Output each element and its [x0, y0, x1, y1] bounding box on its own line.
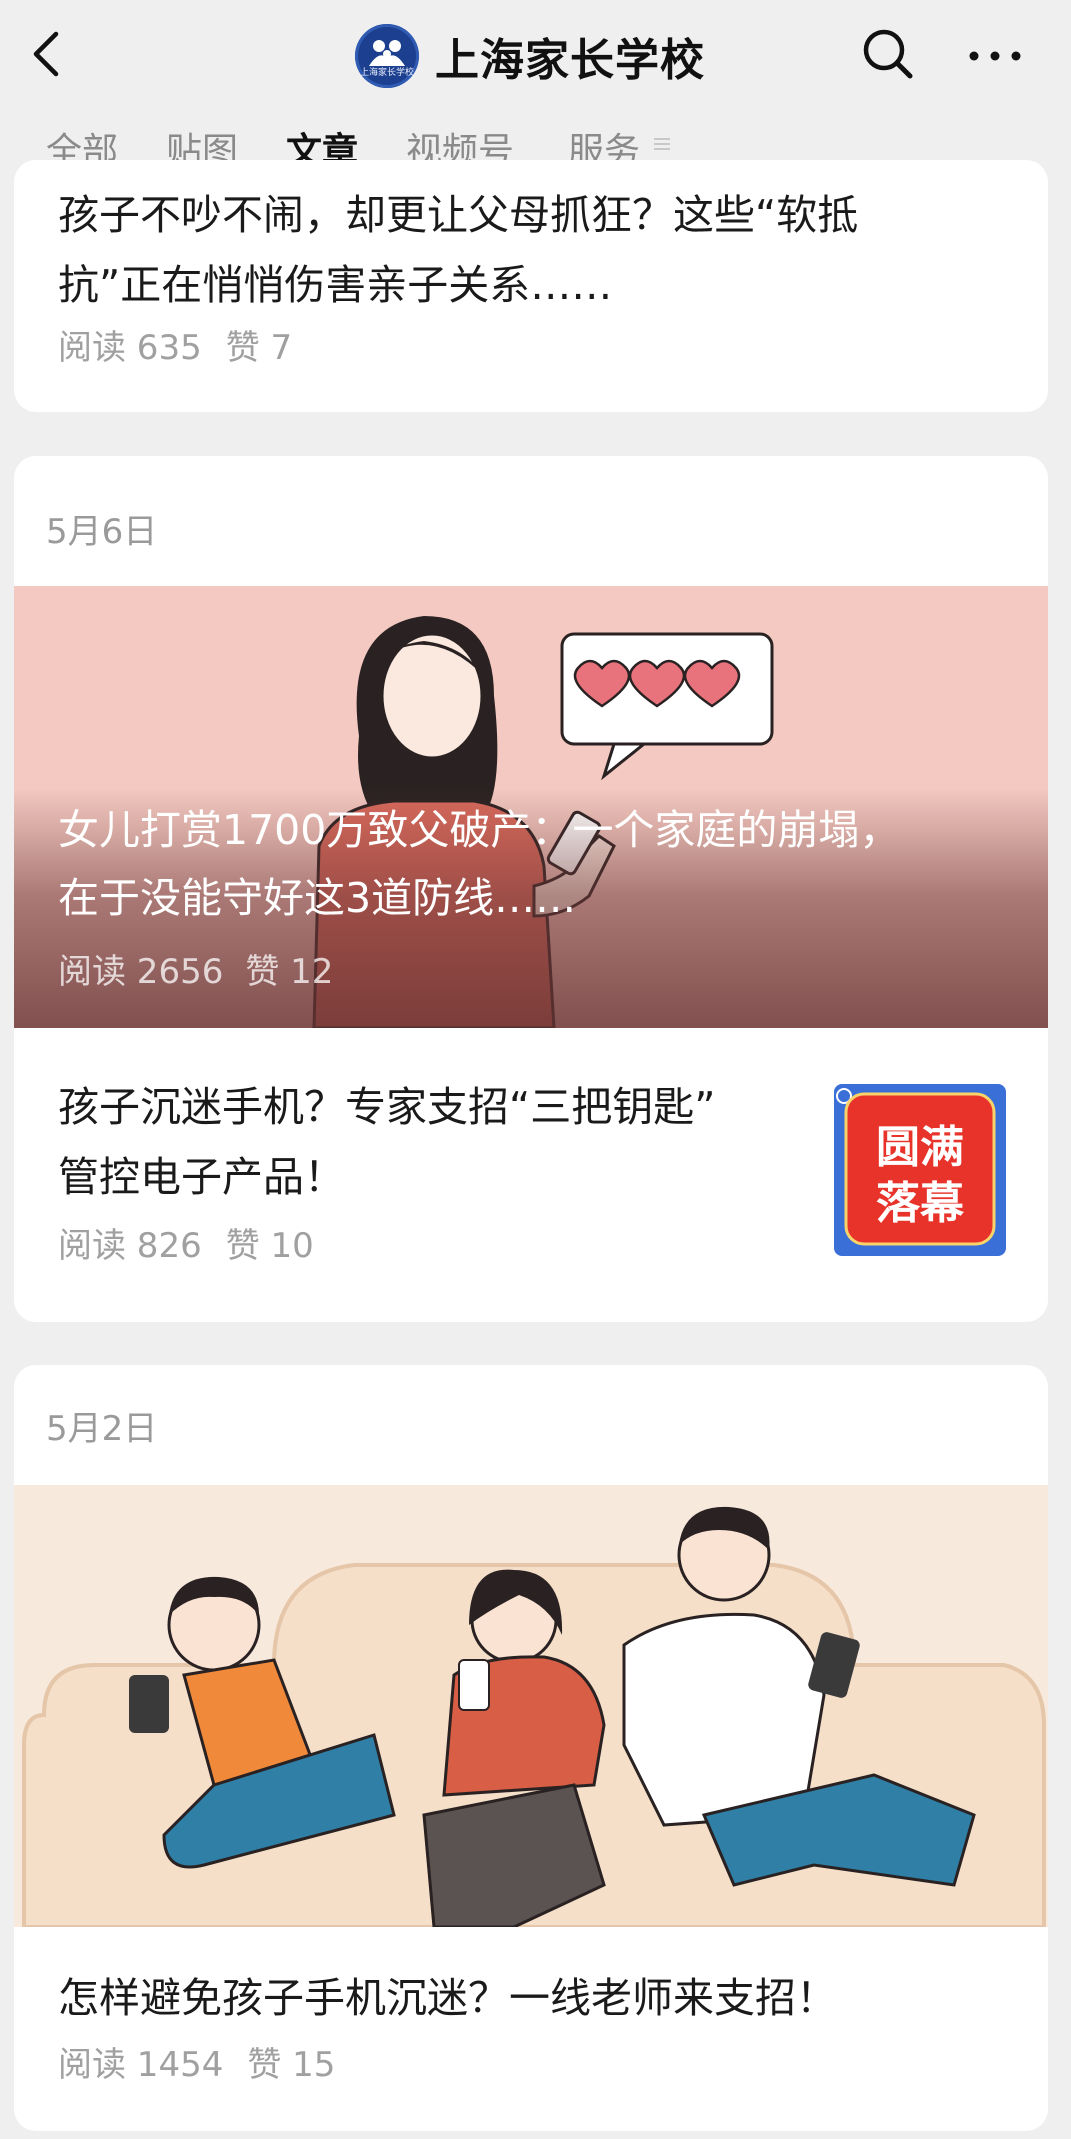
back-button[interactable]	[24, 26, 80, 82]
article-title-line-2[interactable]: 抗”正在悄悄伤害亲子关系……	[58, 250, 612, 320]
article-title[interactable]: 怎样避免孩子手机沉迷？一线老师来支招！	[58, 1963, 837, 2033]
top-bar: 上海家长学校 上海家长学校	[0, 0, 1071, 118]
article-title-line-1[interactable]: 孩子不吵不闹，却更让父母抓狂？这些“软抵	[58, 180, 858, 250]
search-button[interactable]	[858, 24, 918, 84]
thumb-text-1: 圆满	[876, 1122, 964, 1173]
article-group-card: 5月6日 女儿打赏1700万致父破产：一个家庭的崩塌， 在于没能守好这3道防线……	[14, 456, 1048, 1322]
article-stats: 阅读 635 赞 7	[58, 320, 316, 369]
article-cover[interactable]	[14, 1485, 1048, 1927]
publish-date: 5月6日	[46, 512, 158, 552]
hero-stats: 阅读 2656 赞 12	[58, 944, 355, 993]
article-thumbnail[interactable]: 圆满 落幕	[834, 1084, 1006, 1256]
article-stats: 阅读 826 赞 10	[58, 1218, 338, 1267]
account-logo[interactable]: 上海家长学校	[355, 24, 419, 88]
read-count: 阅读 2656	[58, 952, 224, 992]
account-name: 上海家长学校	[435, 35, 705, 86]
article-stats: 阅读 1454 赞 15	[58, 2037, 359, 2086]
like-count: 赞 7	[225, 328, 293, 368]
hero-title[interactable]: 女儿打赏1700万致父破产：一个家庭的崩塌， 在于没能守好这3道防线……	[58, 796, 1018, 932]
back-arrow-icon	[33, 31, 59, 77]
thumbnail-badge-image: 圆满 落幕	[834, 1084, 1006, 1256]
like-count: 赞 15	[247, 2045, 336, 2085]
read-count: 阅读 635	[58, 328, 202, 368]
article-card: 孩子不吵不闹，却更让父母抓狂？这些“软抵 抗”正在悄悄伤害亲子关系…… 阅读 6…	[14, 160, 1048, 412]
account-header[interactable]: 上海家长学校 上海家长学校	[355, 22, 705, 90]
thumb-text-2: 落幕	[876, 1178, 965, 1229]
family-logo-icon	[369, 40, 405, 66]
hero-title-line-1: 女儿打赏1700万致父破产：一个家庭的崩塌，	[58, 806, 901, 854]
read-count: 阅读 826	[58, 1226, 202, 1266]
logo-text: 上海家长学校	[359, 68, 414, 78]
more-button[interactable]	[960, 26, 1030, 82]
like-count: 赞 12	[245, 952, 334, 992]
article-title-line-2[interactable]: 管控电子产品！	[58, 1142, 345, 1212]
read-count: 阅读 1454	[58, 2045, 224, 2085]
article-group-card: 5月2日 怎样避免孩子手机沉迷？一线老师来支招！ 阅读 1454 赞 15	[14, 1365, 1048, 2131]
article-title-line-1[interactable]: 孩子沉迷手机？专家支招“三把钥匙”	[58, 1072, 715, 1142]
more-dots-icon	[969, 51, 1021, 61]
family-on-sofa-illustration	[14, 1485, 1048, 1927]
like-count: 赞 10	[225, 1226, 314, 1266]
menu-lines-icon[interactable]	[650, 132, 674, 156]
hero-title-line-2: 在于没能守好这3道防线……	[58, 874, 577, 922]
hero-article[interactable]: 女儿打赏1700万致父破产：一个家庭的崩塌， 在于没能守好这3道防线…… 阅读 …	[14, 586, 1048, 1028]
search-icon	[863, 29, 913, 79]
publish-date: 5月2日	[46, 1409, 158, 1449]
